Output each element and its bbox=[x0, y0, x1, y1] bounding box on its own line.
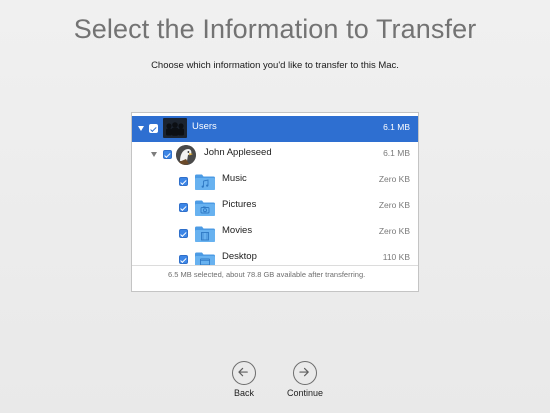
page-title: Select the Information to Transfer bbox=[73, 14, 477, 44]
tree-row-movies[interactable]: Movies Zero KB bbox=[132, 220, 418, 246]
tree-row-size: Zero KB bbox=[378, 174, 410, 184]
desktop-folder-icon bbox=[195, 252, 215, 265]
music-checkbox[interactable] bbox=[179, 177, 188, 186]
john-appleseed-checkbox[interactable] bbox=[163, 150, 172, 159]
arrow-left-icon bbox=[238, 367, 248, 377]
transfer-tree-list: Users 6.1 MB John Appleseed 6.1 MB Music… bbox=[132, 113, 418, 265]
tree-row-label: Pictures bbox=[222, 199, 257, 210]
tree-row-label: Movies bbox=[222, 225, 253, 236]
continue-button-label[interactable]: Continue bbox=[280, 388, 330, 398]
tree-row-john-appleseed[interactable]: John Appleseed 6.1 MB bbox=[132, 142, 418, 168]
eagle-avatar-icon bbox=[176, 145, 196, 165]
tree-row-music[interactable]: Music Zero KB bbox=[132, 168, 418, 194]
continue-button[interactable] bbox=[293, 361, 317, 385]
desktop-checkbox[interactable] bbox=[179, 255, 188, 264]
tree-row-size: 110 KB bbox=[382, 252, 410, 262]
movies-checkbox[interactable] bbox=[179, 229, 188, 238]
back-button[interactable] bbox=[232, 361, 256, 385]
movies-folder-icon bbox=[195, 226, 215, 242]
disclosure-triangle-icon[interactable] bbox=[151, 152, 157, 157]
music-folder-icon bbox=[195, 174, 215, 190]
tree-row-size: 6.1 MB bbox=[383, 122, 410, 132]
selection-status-bar: 6.5 MB selected, about 78.8 GB available… bbox=[132, 265, 418, 291]
users-icon bbox=[163, 118, 187, 138]
tree-row-size: 6.1 MB bbox=[383, 148, 410, 158]
arrow-right-icon bbox=[299, 367, 309, 377]
page-subtitle: Choose which information you'd like to t… bbox=[151, 60, 399, 71]
tree-row-users[interactable]: Users 6.1 MB bbox=[132, 116, 418, 142]
tree-row-label: Desktop bbox=[222, 251, 257, 262]
transfer-tree-panel: Users 6.1 MB John Appleseed 6.1 MB Music… bbox=[131, 112, 419, 292]
tree-row-pictures[interactable]: Pictures Zero KB bbox=[132, 194, 418, 220]
tree-row-label: John Appleseed bbox=[204, 147, 272, 158]
back-button-label[interactable]: Back bbox=[224, 388, 264, 398]
tree-row-label: Music bbox=[222, 173, 247, 184]
tree-row-size: Zero KB bbox=[378, 226, 410, 236]
pictures-checkbox[interactable] bbox=[179, 203, 188, 212]
tree-row-size: Zero KB bbox=[378, 200, 410, 210]
users-checkbox[interactable] bbox=[149, 124, 158, 133]
selection-status-text: 6.5 MB selected, about 78.8 GB available… bbox=[168, 270, 366, 279]
pictures-folder-icon bbox=[195, 200, 215, 216]
tree-row-desktop[interactable]: Desktop 110 KB bbox=[132, 246, 418, 265]
tree-row-label: Users bbox=[192, 121, 217, 132]
disclosure-triangle-icon[interactable] bbox=[138, 126, 144, 131]
